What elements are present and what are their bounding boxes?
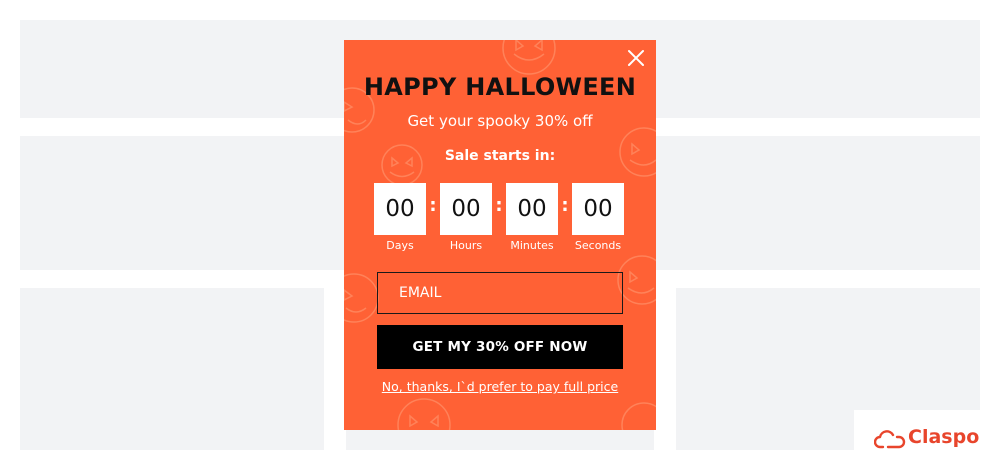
countdown-timer: 00 Days : 00 Hours : 00 Minutes : 00 Sec…	[374, 183, 628, 255]
popup-subtitle: Get your spooky 30% off	[407, 112, 593, 130]
countdown-seconds-value: 00	[572, 183, 624, 235]
get-discount-button[interactable]: GET MY 30% OFF NOW	[377, 325, 623, 369]
close-icon	[628, 50, 644, 66]
countdown-hours-value: 00	[440, 183, 492, 235]
countdown-hours: 00 Hours	[440, 183, 492, 252]
popup-title: HAPPY HALLOWEEN	[363, 73, 637, 101]
countdown-days-value: 00	[374, 183, 426, 235]
countdown-hours-label: Hours	[449, 239, 483, 252]
brand-logo: Claspo	[854, 410, 1000, 470]
countdown-separator: :	[561, 195, 569, 216]
brand-name: Claspo	[908, 426, 980, 448]
decline-link[interactable]: No, thanks, I`d prefer to pay full price	[344, 379, 656, 394]
email-field[interactable]	[377, 272, 623, 314]
countdown-separator: :	[429, 195, 437, 216]
halloween-popup: HAPPY HALLOWEEN Get your spooky 30% off …	[344, 40, 656, 430]
close-button[interactable]	[624, 46, 648, 70]
cloud-link-icon	[874, 430, 906, 449]
countdown-minutes: 00 Minutes	[506, 183, 558, 252]
countdown-minutes-value: 00	[506, 183, 558, 235]
countdown-days-label: Days	[386, 239, 414, 252]
countdown-separator: :	[495, 195, 503, 216]
countdown-seconds-label: Seconds	[574, 239, 622, 252]
sale-starts-label: Sale starts in:	[444, 148, 556, 164]
countdown-days: 00 Days	[374, 183, 426, 252]
placeholder-block-bottom-left	[20, 288, 324, 450]
countdown-seconds: 00 Seconds	[572, 183, 624, 252]
countdown-minutes-label: Minutes	[510, 239, 554, 252]
